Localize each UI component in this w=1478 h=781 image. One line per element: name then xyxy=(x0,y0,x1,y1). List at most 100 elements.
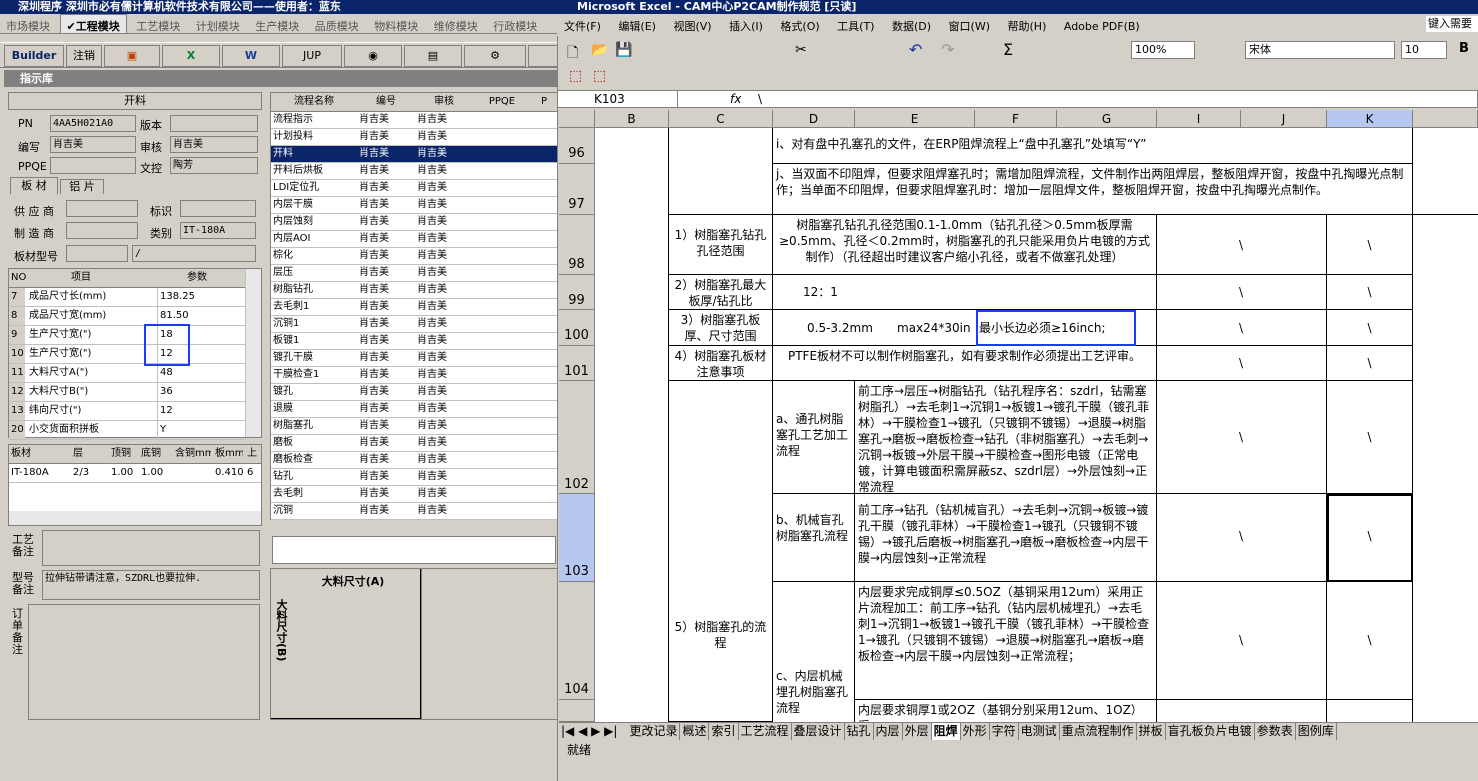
flow-row[interactable]: 流程指示 肖吉美 肖吉美 xyxy=(271,112,557,129)
sheet-tab[interactable]: 字符 xyxy=(990,723,1019,740)
sheet-tab[interactable]: 拼板 xyxy=(1137,723,1166,740)
zoom-select[interactable]: 100% xyxy=(1131,41,1195,59)
mark-field[interactable] xyxy=(180,200,256,217)
cell-k102[interactable]: \ xyxy=(1327,381,1413,494)
param-row[interactable]: 11 大料尺寸A(") 48 xyxy=(9,364,245,383)
cell-d96[interactable]: i、对有盘中孔塞孔的文件，在ERP阻焊流程上“盘中孔塞孔”处填写“Y” xyxy=(773,128,1413,164)
supplier-field[interactable] xyxy=(66,200,138,217)
param-row[interactable]: 9 生产尺寸宽(") 18 xyxy=(9,326,245,345)
column-header-c[interactable]: C xyxy=(669,110,773,128)
pn-field[interactable]: 4AA5H021A0 xyxy=(50,115,136,132)
tab-board[interactable]: 板 材 xyxy=(10,177,58,194)
cell-c101[interactable]: 4）树脂塞孔板材注意事项 xyxy=(669,346,773,381)
pdf-icon[interactable]: ⬚ xyxy=(569,68,582,84)
module-tab[interactable]: 行政模块 xyxy=(487,15,543,33)
module-tab[interactable]: 生产模块 xyxy=(249,15,305,33)
sheet-tab[interactable]: 外形 xyxy=(961,723,990,740)
open-icon[interactable]: 📂 xyxy=(591,42,608,58)
flow-row[interactable]: 退膜 肖吉美 肖吉美 xyxy=(271,401,557,418)
module-tab[interactable]: 物料模块 xyxy=(368,15,424,33)
model-note-field[interactable]: 拉伸钻带请注意，SZDRL也要拉伸. xyxy=(42,570,260,600)
row-header[interactable]: 100 xyxy=(559,310,595,346)
cell-i99[interactable]: \ xyxy=(1157,275,1327,310)
cell-k101[interactable]: \ xyxy=(1327,346,1413,381)
sheet-tab[interactable]: 叠层设计 xyxy=(792,723,845,740)
cell-i98[interactable]: \ xyxy=(1157,215,1327,275)
flow-row[interactable]: 层压 肖吉美 肖吉美 xyxy=(271,265,557,282)
cell-i105[interactable] xyxy=(1157,700,1327,722)
column-header-f[interactable]: F xyxy=(975,110,1057,128)
reviewer-field[interactable]: 肖吉美 xyxy=(170,136,258,153)
undo-icon[interactable]: ↶ xyxy=(909,40,922,59)
autosum-icon[interactable]: Σ xyxy=(1003,40,1013,59)
flow-row[interactable]: 干膜检查1 肖吉美 肖吉美 xyxy=(271,367,557,384)
row-header[interactable]: 102 xyxy=(559,381,595,494)
cut-icon[interactable]: ✂ xyxy=(795,42,807,58)
column-header-b[interactable]: B xyxy=(595,110,669,128)
board-hscrollbar[interactable] xyxy=(9,511,261,525)
help-search-box[interactable]: 键入需要 xyxy=(1426,16,1478,32)
sheet-tab[interactable]: 钻孔 xyxy=(845,723,874,740)
save-icon[interactable]: 💾 xyxy=(615,42,632,58)
module-tab[interactable]: 维修模块 xyxy=(428,15,484,33)
param-row[interactable]: 7 成品尺寸长(mm) 138.25 xyxy=(9,288,245,307)
row-header[interactable] xyxy=(559,700,595,722)
cell-e102[interactable]: 前工序→层压→树脂钻孔（钻孔程序名：szdrl，钻需塞树脂孔）→去毛刺1→沉铜1… xyxy=(855,381,1157,494)
flow-row[interactable]: LDI定位孔 肖吉美 肖吉美 xyxy=(271,180,557,197)
excel-icon[interactable]: X xyxy=(162,45,220,67)
cell-d102[interactable]: a、通孔树脂塞孔工艺加工流程 xyxy=(773,381,855,494)
flow-row[interactable]: 板镀1 肖吉美 肖吉美 xyxy=(271,333,557,350)
cell-k99[interactable]: \ xyxy=(1327,275,1413,310)
name-box[interactable]: K103 xyxy=(558,91,678,107)
param-row[interactable]: 10 生产尺寸宽(") 12 xyxy=(9,345,245,364)
param-row[interactable]: 8 成品尺寸宽(mm) 81.50 xyxy=(9,307,245,326)
cell-k100[interactable]: \ xyxy=(1327,310,1413,346)
manufacturer-field[interactable] xyxy=(66,222,138,239)
cell-i101[interactable]: \ xyxy=(1157,346,1327,381)
cell-e105[interactable]: 内层要求铜厚1或2OZ（基铜分别采用12um、1OZ）采 xyxy=(855,700,1157,722)
menu-item[interactable]: 窗口(W) xyxy=(942,14,997,38)
tab-aluminum[interactable]: 铝 片 xyxy=(60,179,104,194)
params-scrollbar[interactable] xyxy=(245,269,261,437)
param-row[interactable]: 12 大料尺寸B(") 36 xyxy=(9,383,245,402)
cell-k104[interactable]: \ xyxy=(1327,582,1413,700)
editor-field[interactable]: 肖吉美 xyxy=(50,136,136,153)
flow-row[interactable]: 钻孔 肖吉美 肖吉美 xyxy=(271,469,557,486)
sheet-tab[interactable]: 工艺流程 xyxy=(739,723,792,740)
cell-d100[interactable]: 0.5-3.2mm xyxy=(773,310,893,346)
cell-l[interactable] xyxy=(1413,215,1478,722)
cell-d103[interactable]: b、机械盲孔树脂塞孔流程 xyxy=(773,494,855,582)
sheet-tab[interactable]: 索引 xyxy=(709,723,739,740)
cell-d97[interactable]: j、当双面不印阻焊，但要求阻焊塞孔时；需增加阻焊流程，文件制作出两阻焊层，整板阻… xyxy=(773,164,1413,215)
column-header-k[interactable]: K xyxy=(1327,110,1413,128)
sheet-tab[interactable]: 阻焊 xyxy=(931,723,961,740)
cell-e100[interactable]: max24*30in xyxy=(893,310,975,346)
column-header-e[interactable]: E xyxy=(855,110,975,128)
cell-e104[interactable]: 内层要求完成铜厚≤0.5OZ（基铜采用12um）采用正片流程加工：前工序→钻孔（… xyxy=(855,582,1157,700)
bold-button[interactable]: B xyxy=(1459,41,1469,56)
cell-d99[interactable]: 12：1 xyxy=(773,275,1157,310)
sheet-tab[interactable]: 图例库 xyxy=(1296,723,1337,740)
menu-item[interactable]: 工具(T) xyxy=(830,14,881,38)
flow-row[interactable]: 内层干膜 肖吉美 肖吉美 xyxy=(271,197,557,214)
flow-row[interactable]: 开料 肖吉美 肖吉美 xyxy=(271,146,557,163)
cell-d101[interactable]: PTFE板材不可以制作树脂塞孔，如有要求制作必须提出工艺评审。 xyxy=(773,346,1157,381)
flow-row[interactable]: 去毛刺 肖吉美 肖吉美 xyxy=(271,486,557,503)
sheet-tab[interactable]: 更改记录 xyxy=(627,723,681,740)
column-header-i[interactable]: I xyxy=(1157,110,1241,128)
flow-row[interactable]: 沉铜 肖吉美 肖吉美 xyxy=(271,503,557,520)
writer-field[interactable]: 陶芳 xyxy=(170,157,258,174)
module-tab[interactable]: 计划模块 xyxy=(190,15,246,33)
row-header[interactable]: 96 xyxy=(559,128,595,164)
flow-row[interactable]: 去毛刺1 肖吉美 肖吉美 xyxy=(271,299,557,316)
database-icon[interactable]: ▤ xyxy=(404,45,462,67)
redo-icon[interactable]: ↷ xyxy=(941,40,954,59)
menu-item[interactable]: 文件(F) xyxy=(557,14,608,38)
module-tab[interactable]: 工艺模块 xyxy=(130,15,186,33)
cell-i100[interactable]: \ xyxy=(1157,310,1327,346)
sheet-tab[interactable]: 内层 xyxy=(874,723,903,740)
model-field-2[interactable]: / xyxy=(132,245,256,262)
flow-note-field[interactable] xyxy=(272,536,556,564)
column-header-d[interactable]: D xyxy=(773,110,855,128)
order-note-field[interactable] xyxy=(28,604,260,720)
